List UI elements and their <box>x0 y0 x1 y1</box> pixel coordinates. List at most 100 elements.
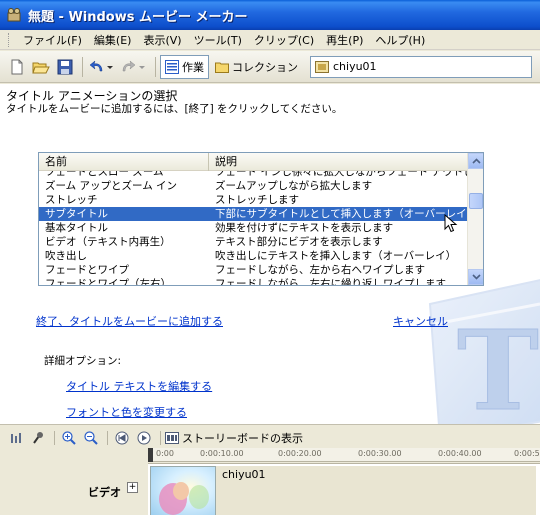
storyboard-label: ストーリーボードの表示 <box>182 432 303 445</box>
open-project-button[interactable] <box>30 55 52 79</box>
narrate-timeline-button[interactable] <box>28 429 48 447</box>
set-audio-levels-button[interactable] <box>6 429 26 447</box>
list-item[interactable]: フェードとワイプ（左右） フェードしながら、左右に繰り返しワイプします <box>39 277 467 286</box>
menu-edit[interactable]: 編集(E) <box>88 32 138 48</box>
new-document-icon <box>11 59 23 74</box>
open-folder-icon <box>32 62 50 73</box>
list-item-description: ズームアップしながら拡大します <box>215 180 373 192</box>
column-header-description[interactable]: 説明 <box>209 153 467 171</box>
timeline-separator <box>54 431 55 445</box>
list-item-name: サブタイトル <box>45 208 108 220</box>
list-item-name: ズーム アップとズーム イン <box>45 180 178 192</box>
collections-toggle-button[interactable]: コレクション <box>211 55 302 79</box>
list-item-name: 吹き出し <box>45 250 87 262</box>
edit-title-text-link[interactable]: タイトル テキストを編集する <box>66 378 212 394</box>
menu-help[interactable]: ヘルプ(H) <box>369 32 431 48</box>
column-header-name[interactable]: 名前 <box>39 153 209 171</box>
audio-levels-icon <box>11 433 21 443</box>
tasks-toggle-button[interactable]: 作業 <box>160 54 209 79</box>
ruler-tick: 0:00:10.00 <box>200 449 244 458</box>
timeline-ruler[interactable]: 0:00 0:00:10.00 0:00:20.00 0:00:30.00 0:… <box>148 448 540 462</box>
list-scrollbar[interactable] <box>467 153 483 285</box>
cancel-link[interactable]: キャンセル <box>393 313 448 329</box>
ruler-tick: 0:00 <box>156 449 174 458</box>
list-item-description: フェードしながら、左から右へワイプします <box>215 264 425 276</box>
ruler-tick: 0:00:20.00 <box>278 449 322 458</box>
collections-label: コレクション <box>232 60 298 74</box>
collection-folder-icon <box>215 62 229 73</box>
timeline-toolbar: ストーリーボードの表示 <box>0 428 540 448</box>
collection-film-icon <box>315 60 329 73</box>
play-icon <box>137 431 151 445</box>
zoom-out-icon <box>84 431 98 445</box>
toolbar-separator <box>82 56 83 77</box>
list-item-description: テキスト部分にビデオを表示します <box>215 236 383 248</box>
clip-name: chiyu01 <box>222 468 266 481</box>
list-item[interactable]: ビデオ（テキスト内再生） テキスト部分にビデオを表示します <box>39 235 467 249</box>
zoom-out-button[interactable] <box>81 429 101 447</box>
redo-button[interactable] <box>119 55 149 79</box>
menu-clip[interactable]: クリップ(C) <box>248 32 320 48</box>
finish-add-title-link[interactable]: 終了、タイトルをムービーに追加する <box>36 313 223 329</box>
list-item[interactable]: フェードとワイプ フェードしながら、左から右へワイプします <box>39 263 467 277</box>
undo-arrow-icon <box>89 59 113 71</box>
list-item-description: 下部にサブタイトルとして挿入します（オーバーレイ） <box>215 208 467 220</box>
play-timeline-button[interactable] <box>134 429 154 447</box>
list-item[interactable]: 基本タイトル 効果を付けずにテキストを表示します <box>39 221 467 235</box>
chevron-down-icon <box>471 274 481 280</box>
list-item[interactable]: ストレッチ ストレッチします <box>39 193 467 207</box>
scroll-thumb[interactable] <box>469 193 483 209</box>
title-bar: 無題 - Windows ムービー メーカー <box>0 0 540 30</box>
list-header: 名前 説明 <box>39 153 467 171</box>
main-toolbar: 作業 コレクション chiyu01 <box>0 51 540 83</box>
tasks-label: 作業 <box>182 60 204 74</box>
title-animation-list[interactable]: フェードとスロー ズーム フェード インし徐々に拡大しながらフェード アウトします… <box>38 152 484 286</box>
toolbar-separator <box>155 56 156 77</box>
list-item-name: フェードとワイプ <box>45 264 129 276</box>
zoom-in-icon <box>62 431 76 445</box>
clip-thumbnail-image <box>151 467 215 515</box>
expand-video-track-button[interactable]: + <box>127 482 138 493</box>
playhead[interactable] <box>148 448 153 462</box>
menu-file[interactable]: ファイル(F) <box>17 32 88 48</box>
menu-tools[interactable]: ツール(T) <box>188 32 248 48</box>
timeline-separator <box>160 431 161 445</box>
undo-button[interactable] <box>87 55 117 79</box>
microphone-icon <box>33 432 43 444</box>
video-track: chiyu01 <box>148 463 540 515</box>
video-clip-thumbnail[interactable] <box>150 466 216 515</box>
new-project-button[interactable] <box>6 55 28 79</box>
menu-grip <box>8 32 11 47</box>
chevron-up-icon <box>471 158 481 164</box>
list-item-name: ビデオ（テキスト内再生） <box>45 236 171 248</box>
svg-text:T: T <box>457 306 539 424</box>
list-item[interactable]: 吹き出し 吹き出しにテキストを挿入します（オーバーレイ） <box>39 249 467 263</box>
zoom-in-button[interactable] <box>59 429 79 447</box>
list-item[interactable]: サブタイトル 下部にサブタイトルとして挿入します（オーバーレイ） <box>39 207 467 221</box>
list-item-name: 基本タイトル <box>45 222 108 234</box>
menu-play[interactable]: 再生(P) <box>320 32 369 48</box>
scroll-up-button[interactable] <box>468 153 483 169</box>
ruler-tick: 0:00:30.00 <box>358 449 402 458</box>
list-item-description: 吹き出しにテキストを挿入します（オーバーレイ） <box>215 250 457 262</box>
show-storyboard-button[interactable]: ストーリーボードの表示 <box>165 430 303 446</box>
save-project-button[interactable] <box>54 55 76 79</box>
list-item-description: ストレッチします <box>215 194 299 206</box>
scroll-down-button[interactable] <box>468 269 483 285</box>
storyboard-icon <box>165 432 179 444</box>
collection-value: chiyu01 <box>333 60 377 73</box>
rewind-button[interactable] <box>112 429 132 447</box>
list-item-description: フェードしながら、左右に繰り返しワイプします <box>215 278 446 286</box>
collection-dropdown[interactable]: chiyu01 <box>310 55 532 78</box>
window-title: 無題 - Windows ムービー メーカー <box>28 9 248 25</box>
tasks-list-icon <box>165 59 179 74</box>
save-disk-icon <box>57 59 73 74</box>
redo-arrow-icon <box>122 59 145 71</box>
change-font-color-link[interactable]: フォントと色を変更する <box>66 404 187 420</box>
rewind-icon <box>115 431 129 445</box>
list-item-description: 効果を付けずにテキストを表示します <box>215 222 394 234</box>
movie-maker-app-icon <box>7 8 21 22</box>
menu-bar: ファイル(F) 編集(E) 表示(V) ツール(T) クリップ(C) 再生(P)… <box>0 30 540 50</box>
menu-view[interactable]: 表示(V) <box>137 32 187 48</box>
list-item[interactable]: ズーム アップとズーム イン ズームアップしながら拡大します <box>39 179 467 193</box>
